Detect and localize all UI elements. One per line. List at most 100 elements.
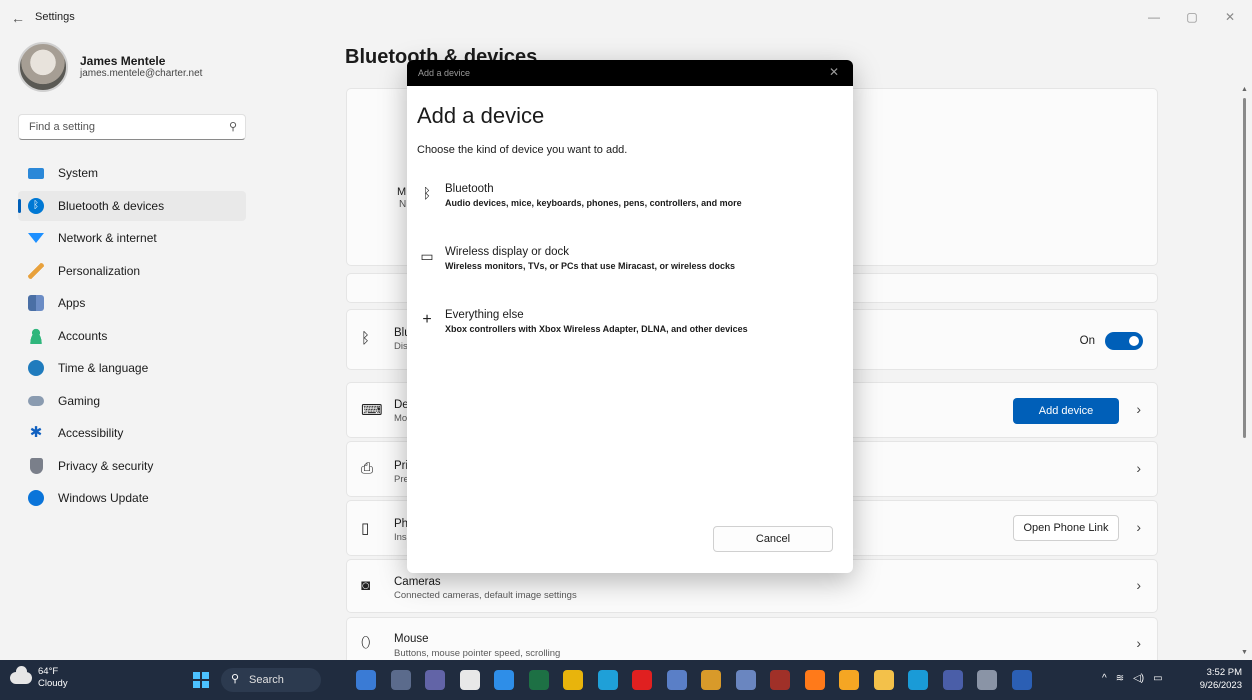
sidebar-item-label: Personalization: [58, 263, 141, 278]
firefox-icon[interactable]: [804, 670, 825, 690]
close-icon[interactable]: ✕: [829, 65, 839, 79]
open-phone-link-button[interactable]: Open Phone Link: [1013, 515, 1119, 541]
sidebar-item-label: Accessibility: [58, 426, 124, 440]
taskbar-search-label: Search: [249, 674, 284, 686]
cameras-row-title: Cameras: [394, 576, 441, 588]
sidebar-item-label: Time & language: [58, 361, 149, 375]
sidebar-item-label: Privacy & security: [58, 458, 154, 473]
device-name: M: [397, 186, 407, 198]
system-tray[interactable]: ^ ≋ ◁) ▭: [1102, 673, 1163, 684]
printers-row-title: Pri: [394, 460, 409, 472]
sidebar-item-gaming[interactable]: Gaming: [18, 386, 246, 416]
accounts-icon: [28, 327, 44, 344]
cancel-button[interactable]: Cancel: [713, 526, 833, 552]
cloud-icon: [10, 666, 32, 684]
clock[interactable]: 3:52 PM 9/26/2023: [1200, 666, 1242, 692]
chevron-right-icon: ›: [1136, 460, 1141, 476]
sidebar-item-personalization[interactable]: Personalization: [18, 256, 246, 286]
add-device-button[interactable]: Add device: [1013, 398, 1119, 424]
sidebar-item-accessibility[interactable]: ✱ Accessibility: [18, 418, 246, 448]
app-icon-18[interactable]: [942, 670, 963, 690]
mouse-row-title: Mouse: [394, 633, 429, 645]
battery-icon[interactable]: ▭: [1153, 673, 1162, 684]
start-button[interactable]: [193, 672, 209, 688]
bluetooth-icon: ᛒ: [361, 330, 371, 347]
option-bluetooth[interactable]: ᛒ Bluetooth Audio devices, mice, keyboar…: [415, 183, 845, 227]
scroll-thumb[interactable]: [1243, 98, 1246, 438]
settings-icon[interactable]: [977, 670, 997, 690]
sidebar-nav: System ᛒ Bluetooth & devices Network & i…: [18, 158, 246, 516]
bluetooth-toggle[interactable]: On: [1080, 332, 1143, 350]
sidebar-item-accounts[interactable]: Accounts: [18, 321, 246, 351]
sidebar-item-system[interactable]: System: [18, 158, 246, 188]
printer-icon: ⎙: [361, 460, 374, 477]
bing-icon[interactable]: [908, 670, 928, 690]
chevron-up-icon[interactable]: ^: [1102, 673, 1107, 684]
toggle-switch[interactable]: [1105, 332, 1143, 350]
brush-icon: [28, 262, 44, 279]
search-icon: ⚲: [231, 673, 240, 685]
option-wireless-display[interactable]: ▭ Wireless display or dock Wireless moni…: [415, 246, 845, 290]
sidebar-item-privacy[interactable]: Privacy & security: [18, 451, 246, 481]
weather-temp: 64°F: [38, 666, 59, 677]
mouse-icon: ⬯: [361, 634, 371, 651]
sidebar-item-label: Network & internet: [58, 231, 157, 245]
sidebar-item-time-language[interactable]: Time & language: [18, 353, 246, 383]
minimize-button[interactable]: —: [1136, 6, 1172, 28]
title-bar: ← Settings — ▢ ✕: [0, 0, 1252, 36]
scroll-up-icon[interactable]: ▲: [1241, 86, 1248, 93]
app-icon-12[interactable]: [735, 670, 756, 690]
app-icon-13[interactable]: [770, 670, 790, 690]
phone-row-sub: Ins: [394, 532, 407, 543]
chevron-right-icon: ›: [1136, 635, 1141, 651]
app-icon-1[interactable]: [356, 670, 376, 690]
sidebar-item-label: Gaming: [58, 393, 101, 408]
wifi-icon[interactable]: ≋: [1116, 673, 1124, 684]
scrollbar[interactable]: ▲ ▼: [1240, 86, 1250, 656]
sidebar-item-apps[interactable]: Apps: [18, 288, 246, 318]
app-title: Settings: [35, 11, 75, 23]
excel-icon[interactable]: [528, 670, 549, 690]
youtube-icon[interactable]: [632, 670, 652, 690]
bluetooth-row-sub: Dis: [394, 341, 408, 352]
app-icon-2[interactable]: [390, 670, 411, 690]
chevron-right-icon: ›: [1136, 519, 1141, 535]
clock-time: 3:52 PM: [1206, 667, 1242, 678]
app-icon-3[interactable]: [425, 670, 445, 690]
weather-widget[interactable]: 64°F Cloudy: [10, 666, 68, 690]
word-icon[interactable]: [1011, 670, 1032, 690]
mouse-row[interactable]: ⬯ Mouse Buttons, mouse pointer speed, sc…: [346, 617, 1158, 663]
sidebar-item-label: Windows Update: [58, 491, 149, 505]
option-everything-else[interactable]: + Everything else Xbox controllers with …: [415, 309, 845, 353]
app-icon-10[interactable]: [666, 670, 687, 690]
app-icon-4[interactable]: [459, 670, 480, 690]
search-input[interactable]: Find a setting ⚲: [18, 114, 246, 140]
app-icon-15[interactable]: [839, 670, 859, 690]
app-icon-5[interactable]: [494, 670, 514, 690]
shield-icon: [29, 457, 43, 474]
sidebar-item-label: Apps: [58, 296, 86, 310]
app-icon-11[interactable]: [701, 670, 721, 690]
restore-button[interactable]: ▢: [1174, 6, 1210, 28]
volume-icon[interactable]: ◁): [1133, 673, 1144, 684]
bluetooth-icon: ᛒ: [28, 197, 44, 214]
sidebar-item-bluetooth[interactable]: ᛒ Bluetooth & devices: [18, 190, 246, 221]
search-placeholder: Find a setting: [29, 121, 96, 133]
taskbar-search[interactable]: ⚲ Search: [221, 668, 321, 692]
option-title: Everything else: [445, 309, 524, 321]
dialog-subtitle: Choose the kind of device you want to ad…: [417, 144, 628, 156]
avatar: [18, 42, 68, 92]
scroll-down-icon[interactable]: ▼: [1241, 649, 1248, 656]
option-desc: Audio devices, mice, keyboards, phones, …: [445, 198, 742, 208]
sidebar-item-network[interactable]: Network & internet: [18, 223, 246, 253]
back-arrow-icon[interactable]: ←: [8, 8, 28, 28]
edge-icon[interactable]: [597, 670, 618, 690]
close-button[interactable]: ✕: [1212, 6, 1248, 28]
wifi-icon: [28, 233, 44, 243]
profile-name: James Mentele: [80, 54, 166, 68]
user-profile[interactable]: James Mentele james.mentele@charter.net: [18, 42, 202, 92]
option-title: Bluetooth: [445, 183, 494, 195]
file-explorer-icon[interactable]: [873, 670, 894, 690]
sidebar-item-windows-update[interactable]: Windows Update: [18, 483, 246, 513]
chrome-icon[interactable]: [563, 670, 583, 690]
